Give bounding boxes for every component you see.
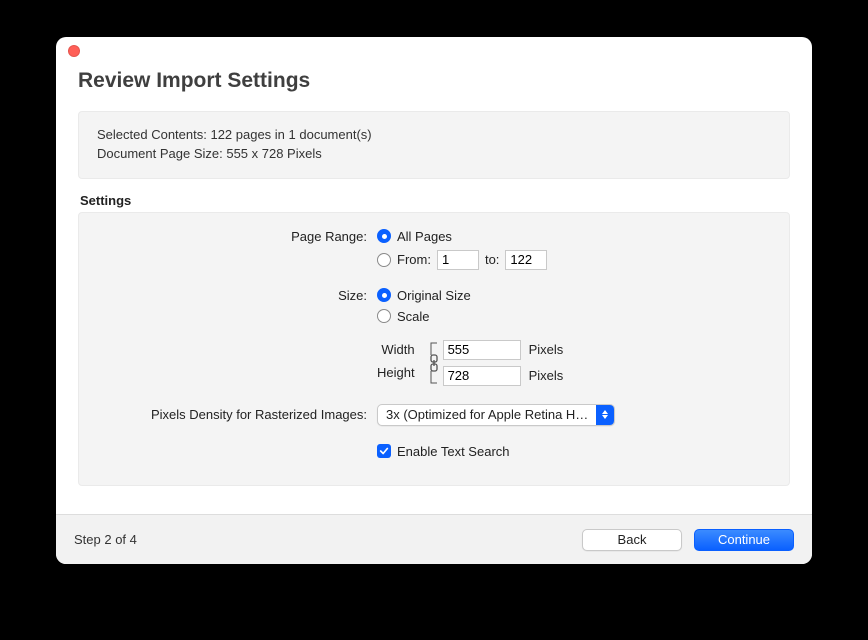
row-pixel-density: Pixels Density for Rasterized Images: 3x… xyxy=(97,404,771,426)
enable-text-search-checkbox[interactable] xyxy=(377,444,391,458)
step-indicator: Step 2 of 4 xyxy=(74,532,570,547)
link-aspect-icon[interactable] xyxy=(425,340,443,386)
info-line-contents: Selected Contents: 122 pages in 1 docume… xyxy=(97,126,771,145)
to-label: to: xyxy=(485,252,499,267)
pixel-density-label: Pixels Density for Rasterized Images: xyxy=(97,407,377,422)
radio-from-to[interactable] xyxy=(377,253,391,267)
row-text-search: Enable Text Search xyxy=(97,444,771,459)
pixel-density-select[interactable]: 3x (Optimized for Apple Retina H… xyxy=(377,404,615,426)
row-page-range-all: Page Range: All Pages xyxy=(97,229,771,244)
info-box: Selected Contents: 122 pages in 1 docume… xyxy=(78,111,790,179)
to-input[interactable] xyxy=(505,250,547,270)
row-size-dimensions: Width Height xyxy=(97,330,771,386)
back-button[interactable]: Back xyxy=(582,529,682,551)
row-page-range-from: From: to: xyxy=(97,250,771,270)
height-unit: Pixels xyxy=(529,368,564,383)
dialog-content: Review Import Settings Selected Contents… xyxy=(56,65,812,514)
width-input[interactable] xyxy=(443,340,521,360)
enable-text-search-label: Enable Text Search xyxy=(397,444,510,459)
radio-all-pages-label: All Pages xyxy=(397,229,452,244)
dialog-footer: Step 2 of 4 Back Continue xyxy=(56,514,812,564)
radio-scale[interactable] xyxy=(377,309,391,323)
continue-button[interactable]: Continue xyxy=(694,529,794,551)
from-label: From: xyxy=(397,252,431,267)
width-label: Width xyxy=(381,342,414,357)
pixel-density-value: 3x (Optimized for Apple Retina H… xyxy=(386,407,596,422)
height-input[interactable] xyxy=(443,366,521,386)
row-size-scale: Scale xyxy=(97,309,771,324)
radio-scale-label: Scale xyxy=(397,309,430,324)
radio-original-size[interactable] xyxy=(377,288,391,302)
dialog-title: Review Import Settings xyxy=(78,69,790,93)
settings-box: Page Range: All Pages From: to: Size: xyxy=(78,212,790,486)
close-icon[interactable] xyxy=(68,45,80,57)
row-size-original: Size: Original Size xyxy=(97,288,771,303)
radio-original-size-label: Original Size xyxy=(397,288,471,303)
settings-section-label: Settings xyxy=(80,193,790,208)
from-input[interactable] xyxy=(437,250,479,270)
width-unit: Pixels xyxy=(529,342,564,357)
dialog-window: Review Import Settings Selected Contents… xyxy=(56,37,812,564)
radio-all-pages[interactable] xyxy=(377,229,391,243)
size-label: Size: xyxy=(97,288,377,303)
page-range-label: Page Range: xyxy=(97,229,377,244)
info-line-size: Document Page Size: 555 x 728 Pixels xyxy=(97,145,771,164)
titlebar xyxy=(56,37,812,65)
height-label: Height xyxy=(377,365,415,380)
chevron-up-down-icon xyxy=(596,405,614,425)
